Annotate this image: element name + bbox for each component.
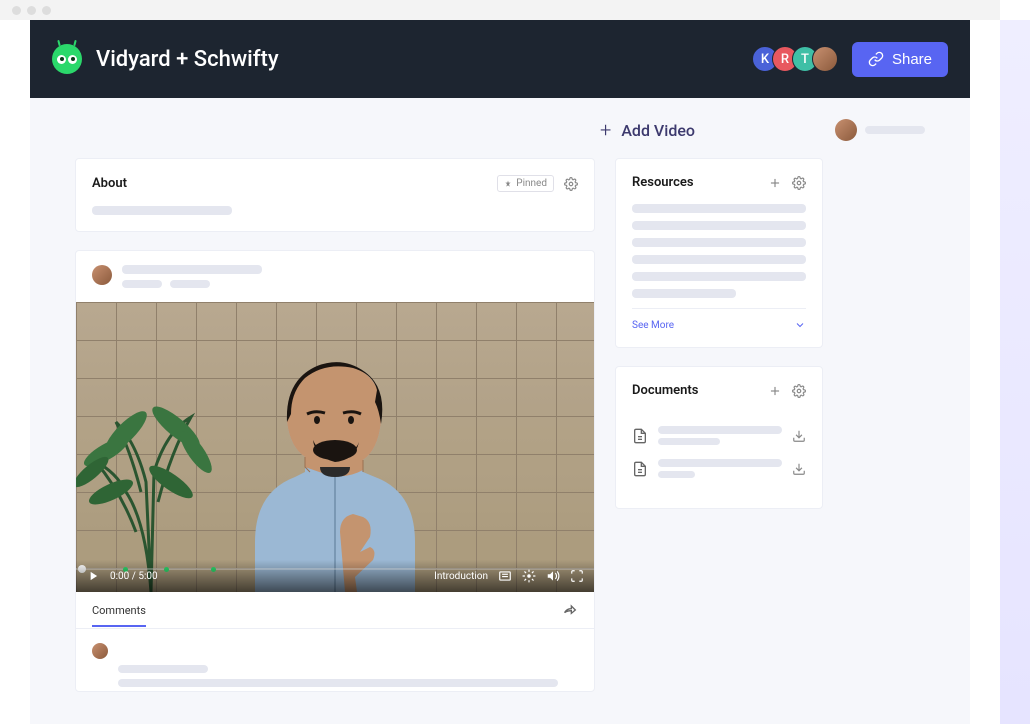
right-gutter: [1000, 20, 1030, 724]
fullscreen-icon[interactable]: [570, 569, 584, 583]
placeholder: [122, 265, 262, 274]
placeholder: [122, 280, 162, 288]
plus-icon[interactable]: [768, 176, 782, 190]
main-content: + Add Video About Pinned: [30, 98, 970, 724]
placeholder: [658, 459, 782, 467]
about-title: About: [92, 176, 127, 191]
video-player[interactable]: 0:00 / 5:00 Introduction: [76, 302, 594, 592]
window-dot: [27, 6, 36, 15]
gear-icon[interactable]: [792, 176, 806, 190]
app-header: Vidyard + Schwifty K R T Share: [30, 20, 970, 98]
pin-icon: [504, 180, 512, 188]
placeholder: [632, 221, 806, 230]
placeholder: [658, 471, 695, 478]
placeholder: [658, 438, 720, 445]
resources-card: Resources See More: [615, 158, 823, 348]
about-card: About Pinned: [75, 158, 595, 232]
add-video-button[interactable]: + Add Video: [600, 118, 695, 142]
link-icon: [868, 51, 884, 67]
placeholder: [632, 289, 736, 298]
share-label: Share: [892, 51, 932, 68]
volume-icon[interactable]: [546, 569, 560, 583]
video-person: [205, 322, 465, 592]
download-icon[interactable]: [792, 462, 806, 476]
chapter-label: Introduction: [434, 571, 488, 582]
comments-tab[interactable]: Comments: [92, 604, 146, 627]
share-arrow-icon[interactable]: [562, 602, 578, 618]
pinned-badge: Pinned: [497, 175, 554, 192]
play-icon[interactable]: [86, 569, 100, 583]
comment-body: [76, 629, 594, 691]
gear-icon[interactable]: [792, 384, 806, 398]
video-post-card: 0:00 / 5:00 Introduction Comments: [75, 250, 595, 692]
plus-icon: +: [600, 118, 611, 142]
document-row[interactable]: [632, 426, 806, 445]
add-video-label: Add Video: [621, 121, 695, 140]
document-row[interactable]: [632, 459, 806, 478]
documents-title: Documents: [632, 383, 698, 398]
avatar[interactable]: [812, 46, 838, 72]
resources-title: Resources: [632, 175, 694, 190]
download-icon[interactable]: [792, 429, 806, 443]
comments-bar: Comments: [76, 592, 594, 629]
window-dot: [42, 6, 51, 15]
video-plant: [76, 362, 226, 592]
chevron-down-icon: [794, 319, 806, 331]
placeholder: [632, 272, 806, 281]
avatar[interactable]: [92, 643, 108, 659]
avatar[interactable]: [92, 265, 112, 285]
share-button[interactable]: Share: [852, 42, 948, 77]
placeholder: [632, 255, 806, 264]
file-icon: [632, 428, 648, 444]
settings-icon[interactable]: [522, 569, 536, 583]
file-icon: [632, 461, 648, 477]
placeholder: [865, 126, 925, 134]
collaborator-avatars: K R T: [752, 46, 838, 72]
placeholder: [92, 206, 232, 215]
see-more-button[interactable]: See More: [632, 308, 806, 331]
page-title: Vidyard + Schwifty: [96, 47, 279, 72]
documents-card: Documents: [615, 366, 823, 509]
placeholder: [632, 238, 806, 247]
placeholder: [170, 280, 210, 288]
window-chrome: [0, 0, 1000, 20]
placeholder: [118, 665, 208, 673]
placeholder: [632, 204, 806, 213]
plus-icon[interactable]: [768, 384, 782, 398]
video-controls: 0:00 / 5:00 Introduction: [76, 560, 594, 592]
vidyard-logo: [52, 44, 82, 74]
video-time: 0:00 / 5:00: [110, 571, 158, 582]
gear-icon[interactable]: [564, 177, 578, 191]
placeholder: [658, 426, 782, 434]
window-dot: [12, 6, 21, 15]
avatar[interactable]: [835, 119, 857, 141]
chapters-icon[interactable]: [498, 569, 512, 583]
placeholder: [118, 679, 558, 687]
